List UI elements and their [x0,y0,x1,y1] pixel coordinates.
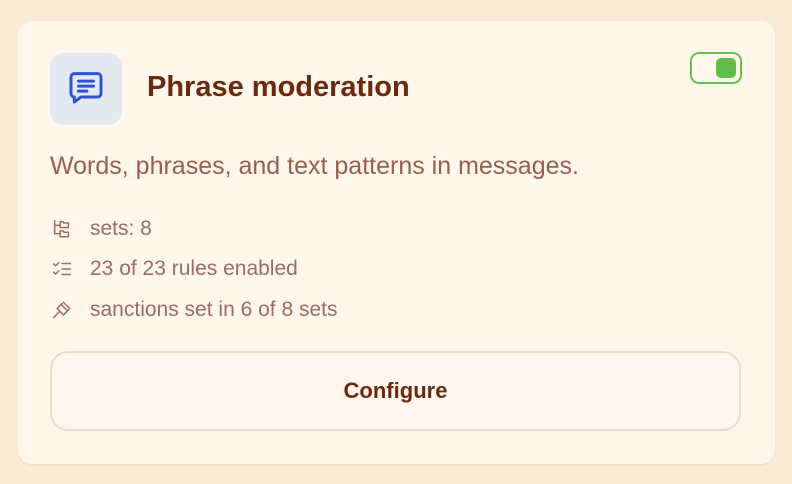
configure-button[interactable]: Configure [50,351,741,431]
toggle-knob [716,58,736,78]
stat-rules-text: 23 of 23 rules enabled [90,257,298,280]
message-text-icon [66,67,106,112]
card-title: Phrase moderation [147,71,410,103]
folder-tree-icon [50,217,74,241]
stat-sanctions-text: sanctions set in 6 of 8 sets [90,298,338,321]
stat-sets-text: sets: 8 [90,217,152,240]
phrase-moderation-card: Phrase moderation Words, phrases, and te… [18,21,775,464]
stat-rules: 23 of 23 rules enabled [50,255,298,283]
stat-sets: sets: 8 [50,215,152,243]
checklist-icon [50,257,74,281]
gavel-icon [50,298,74,322]
card-description: Words, phrases, and text patterns in mes… [50,152,579,180]
enable-toggle[interactable] [690,52,742,84]
stat-sanctions: sanctions set in 6 of 8 sets [50,296,337,324]
icon-tile [50,53,122,125]
